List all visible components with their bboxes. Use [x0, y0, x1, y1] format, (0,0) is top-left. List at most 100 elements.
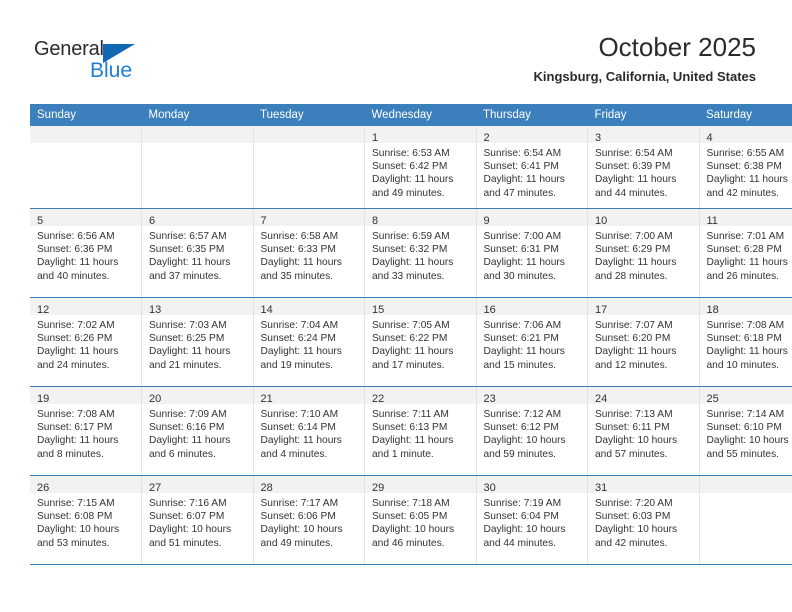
- page-header: General Blue October 2025 Kingsburg, Cal…: [0, 0, 792, 100]
- sunset-text: Sunset: 6:13 PM: [372, 422, 448, 434]
- daylight-text-line2: and 21 minutes.: [149, 359, 222, 371]
- sunrise-text: Sunrise: 7:04 AM: [260, 320, 339, 331]
- day-cell-body: Sunrise: 7:18 AM Sunset: 6:05 PM Daylight:…: [365, 493, 476, 550]
- day-cell-body: Sunrise: 6:57 AM Sunset: 6:35 PM Daylight:…: [142, 226, 253, 283]
- calendar-day-cell[interactable]: 26 Sunrise: 7:15 AM Sunset: 6:08 PM Dayligh…: [30, 475, 142, 565]
- calendar-day-cell[interactable]: 20 Sunrise: 7:09 AM Sunset: 6:16 PM Dayligh…: [141, 386, 254, 476]
- calendar-day-cell[interactable]: 5 Sunrise: 6:56 AM Sunset: 6:36 PM Daylight…: [30, 208, 142, 298]
- day-number-band: [253, 126, 364, 143]
- calendar-day-cell[interactable]: 2 Sunrise: 6:54 AM Sunset: 6:41 PM Daylight…: [476, 126, 588, 209]
- daylight-text-line1: Daylight: 11 hours: [483, 346, 565, 358]
- calendar-day-cell[interactable]: 25 Sunrise: 7:14 AM Sunset: 6:10 PM Dayligh…: [699, 386, 792, 476]
- sunrise-text: Sunrise: 7:06 AM: [483, 320, 562, 331]
- day-number-band: 24: [588, 387, 699, 405]
- calendar-day-cell[interactable]: 7 Sunrise: 6:58 AM Sunset: 6:33 PM Daylight…: [253, 208, 365, 298]
- day-number: 8: [372, 215, 379, 227]
- calendar-day-cell[interactable]: 29 Sunrise: 7:18 AM Sunset: 6:05 PM Dayligh…: [364, 475, 477, 565]
- calendar-day-cell[interactable]: 24 Sunrise: 7:13 AM Sunset: 6:11 PM Dayligh…: [587, 386, 700, 476]
- day-number: 9: [483, 215, 490, 227]
- calendar-day-cell[interactable]: 22 Sunrise: 7:11 AM Sunset: 6:13 PM Dayligh…: [364, 386, 477, 476]
- day-cell-body: Sunrise: 7:01 AM Sunset: 6:28 PM Daylight:…: [700, 226, 792, 283]
- daylight-text-line2: and 59 minutes.: [483, 448, 557, 460]
- calendar-day-cell[interactable]: 14 Sunrise: 7:04 AM Sunset: 6:24 PM Dayligh…: [253, 297, 365, 387]
- day-cell-body: Sunrise: 7:20 AM Sunset: 6:03 PM Daylight:…: [588, 493, 699, 550]
- calendar-day-cell[interactable]: 11 Sunrise: 7:01 AM Sunset: 6:28 PM Dayligh…: [699, 208, 792, 298]
- daylight-text-line2: and 55 minutes.: [706, 448, 780, 460]
- calendar-day-cell[interactable]: 6 Sunrise: 6:57 AM Sunset: 6:35 PM Daylight…: [141, 208, 254, 298]
- calendar-week-row: 26 Sunrise: 7:15 AM Sunset: 6:08 PM Dayligh…: [30, 475, 792, 565]
- day-number: 10: [595, 215, 608, 227]
- day-cell-body: Sunrise: 7:11 AM Sunset: 6:13 PM Daylight:…: [365, 404, 476, 461]
- day-number: 16: [483, 304, 496, 316]
- sunrise-text: Sunrise: 7:18 AM: [372, 498, 450, 509]
- daylight-text-line2: and 49 minutes.: [372, 187, 445, 199]
- calendar-day-cell[interactable]: 4 Sunrise: 6:55 AM Sunset: 6:38 PM Daylight…: [699, 126, 792, 209]
- daylight-text-line2: and 28 minutes.: [595, 270, 668, 282]
- daylight-text-line2: and 30 minutes.: [483, 270, 557, 282]
- calendar-day-cell[interactable]: 15 Sunrise: 7:05 AM Sunset: 6:22 PM Dayligh…: [364, 297, 477, 387]
- calendar-day-cell[interactable]: 18 Sunrise: 7:08 AM Sunset: 6:18 PM Dayligh…: [699, 297, 792, 387]
- sunset-text: Sunset: 6:38 PM: [706, 161, 782, 173]
- calendar-day-cell[interactable]: 30 Sunrise: 7:19 AM Sunset: 6:04 PM Dayligh…: [476, 475, 588, 565]
- sunrise-text: Sunrise: 6:56 AM: [37, 231, 115, 242]
- calendar-day-cell[interactable]: 16 Sunrise: 7:06 AM Sunset: 6:21 PM Dayligh…: [476, 297, 588, 387]
- daylight-text-line1: Daylight: 11 hours: [260, 435, 342, 447]
- calendar-day-cell[interactable]: 23 Sunrise: 7:12 AM Sunset: 6:12 PM Dayligh…: [476, 386, 588, 476]
- day-number: 18: [706, 304, 719, 316]
- day-number-band: 12: [30, 298, 141, 316]
- calendar-day-cell[interactable]: 8 Sunrise: 6:59 AM Sunset: 6:32 PM Daylight…: [364, 208, 477, 298]
- day-number: 25: [706, 393, 719, 405]
- daylight-text-line2: and 17 minutes.: [372, 359, 445, 371]
- day-cell-body: Sunrise: 7:00 AM Sunset: 6:31 PM Daylight:…: [477, 226, 588, 283]
- daylight-text-line2: and 44 minutes.: [483, 537, 557, 549]
- daylight-text-line2: and 33 minutes.: [372, 270, 445, 282]
- sunrise-text: Sunrise: 7:02 AM: [37, 320, 115, 331]
- daylight-text-line1: Daylight: 11 hours: [595, 346, 677, 358]
- calendar-day-cell[interactable]: 17 Sunrise: 7:07 AM Sunset: 6:20 PM Dayligh…: [587, 297, 700, 387]
- daylight-text-line1: Daylight: 10 hours: [706, 435, 789, 447]
- day-cell-body: Sunrise: 7:03 AM Sunset: 6:25 PM Daylight:…: [142, 315, 253, 372]
- calendar-day-cell[interactable]: 21 Sunrise: 7:10 AM Sunset: 6:14 PM Dayligh…: [253, 386, 365, 476]
- sunset-text: Sunset: 6:28 PM: [706, 244, 782, 256]
- day-number-band: 20: [142, 387, 253, 405]
- calendar-day-cell[interactable]: 31 Sunrise: 7:20 AM Sunset: 6:03 PM Dayligh…: [587, 475, 700, 565]
- sunrise-text: Sunrise: 6:57 AM: [149, 231, 227, 242]
- daylight-text-line2: and 51 minutes.: [149, 537, 222, 549]
- day-number-band: 30: [476, 476, 587, 494]
- day-number: 4: [706, 132, 713, 144]
- calendar-day-cell[interactable]: 3 Sunrise: 6:54 AM Sunset: 6:39 PM Daylight…: [587, 126, 700, 209]
- day-cell-body: Sunrise: 7:19 AM Sunset: 6:04 PM Daylight:…: [477, 493, 588, 550]
- day-cell-body: Sunrise: 7:05 AM Sunset: 6:22 PM Daylight:…: [365, 315, 476, 372]
- sunset-text: Sunset: 6:05 PM: [372, 511, 448, 523]
- calendar-day-cell[interactable]: 27 Sunrise: 7:16 AM Sunset: 6:07 PM Dayligh…: [141, 475, 254, 565]
- sunrise-text: Sunrise: 7:19 AM: [483, 498, 562, 509]
- calendar-grid: Sunday Monday Tuesday Wednesday Thursday Frid…: [30, 104, 792, 565]
- sunrise-text: Sunrise: 6:54 AM: [483, 148, 562, 159]
- sunrise-text: Sunrise: 7:20 AM: [595, 498, 673, 509]
- daylight-text-line2: and 44 minutes.: [595, 187, 668, 199]
- day-number: 22: [372, 393, 385, 405]
- sunrise-text: Sunrise: 7:03 AM: [149, 320, 227, 331]
- sunrise-text: Sunrise: 7:12 AM: [483, 409, 562, 420]
- weekday-header-sunday: Sunday: [30, 104, 142, 126]
- calendar-day-cell[interactable]: 1 Sunrise: 6:53 AM Sunset: 6:42 PM Daylight…: [364, 126, 477, 209]
- day-number: 1: [372, 132, 379, 144]
- sunset-text: Sunset: 6:26 PM: [37, 333, 113, 345]
- sunset-text: Sunset: 6:29 PM: [595, 244, 671, 256]
- general-blue-logo[interactable]: General Blue: [34, 38, 164, 84]
- day-number-band: 14: [253, 298, 364, 316]
- day-cell-body: Sunrise: 7:10 AM Sunset: 6:14 PM Daylight:…: [254, 404, 365, 461]
- day-number-band: [30, 126, 141, 143]
- calendar-day-cell[interactable]: 13 Sunrise: 7:03 AM Sunset: 6:25 PM Dayligh…: [141, 297, 254, 387]
- sunset-text: Sunset: 6:17 PM: [37, 422, 113, 434]
- calendar-day-cell[interactable]: 9 Sunrise: 7:00 AM Sunset: 6:31 PM Daylight…: [476, 208, 588, 298]
- calendar-day-cell[interactable]: 10 Sunrise: 7:00 AM Sunset: 6:29 PM Dayligh…: [587, 208, 700, 298]
- sunrise-text: Sunrise: 7:14 AM: [706, 409, 785, 420]
- sunrise-text: Sunrise: 7:15 AM: [37, 498, 115, 509]
- day-number-band: 11: [699, 209, 792, 227]
- calendar-week-row: 1 Sunrise: 6:53 AM Sunset: 6:42 PM Daylight…: [30, 126, 792, 209]
- calendar-day-cell[interactable]: 28 Sunrise: 7:17 AM Sunset: 6:06 PM Dayligh…: [253, 475, 365, 565]
- calendar-day-cell[interactable]: 19 Sunrise: 7:08 AM Sunset: 6:17 PM Dayligh…: [30, 386, 142, 476]
- sunset-text: Sunset: 6:42 PM: [372, 161, 448, 173]
- calendar-day-cell[interactable]: 12 Sunrise: 7:02 AM Sunset: 6:26 PM Dayligh…: [30, 297, 142, 387]
